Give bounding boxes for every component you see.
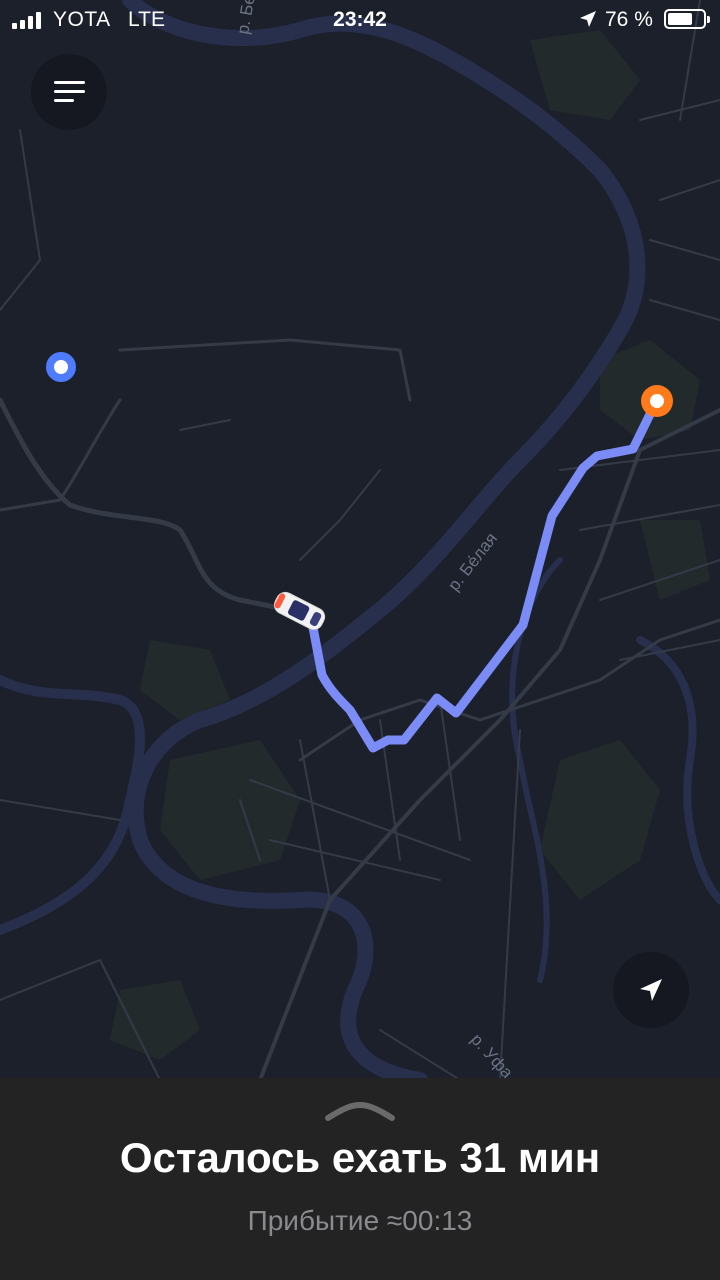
destination-marker[interactable] xyxy=(641,385,673,417)
taxi-car-icon xyxy=(273,591,326,630)
remaining-time: Осталось ехать 31 мин xyxy=(119,1134,601,1181)
map[interactable]: р. Бе р. Бе́лая р. Уфа xyxy=(0,0,720,1080)
chevron-up-icon[interactable] xyxy=(324,1100,396,1122)
arrival-time: Прибытие ≈00:13 xyxy=(247,1205,473,1236)
battery-icon xyxy=(664,9,710,29)
navigation-arrow-icon xyxy=(640,979,662,1001)
hamburger-menu-icon xyxy=(53,81,85,103)
locate-me-button[interactable] xyxy=(613,952,689,1028)
origin-marker[interactable] xyxy=(46,352,76,382)
location-services-icon xyxy=(580,11,596,27)
status-bar: YOTA LTE 23:42 76 % xyxy=(0,0,720,40)
screen: р. Бе р. Бе́лая р. Уфа YOTA LTE 23:42 76… xyxy=(0,0,720,1280)
battery-percent: 76 % xyxy=(605,8,653,31)
menu-button[interactable] xyxy=(31,54,107,130)
